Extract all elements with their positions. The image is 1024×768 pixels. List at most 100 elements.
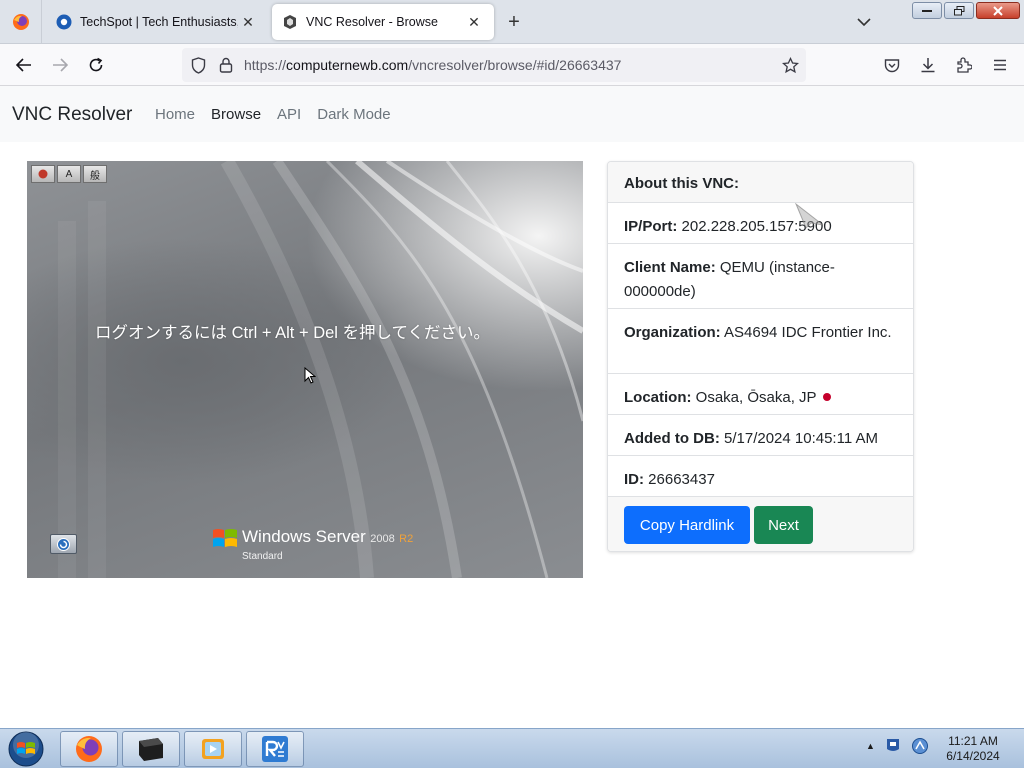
system-clock[interactable]: 11:21 AM 6/14/2024: [938, 734, 1008, 764]
new-tab-button[interactable]: +: [502, 10, 526, 34]
location-value: Osaka, Ōsaka, JP: [695, 389, 817, 406]
hamburger-menu-icon: [994, 59, 1006, 71]
chevron-down-icon: [857, 17, 871, 26]
copy-hardlink-button[interactable]: Copy Hardlink: [624, 506, 750, 544]
downloads-button[interactable]: [916, 53, 940, 77]
taskbar-media-player[interactable]: [184, 731, 242, 767]
card-footer: Copy Hardlink Next: [608, 497, 913, 551]
ease-of-access-icon[interactable]: [50, 534, 77, 554]
os-brand: Windows Server: [242, 527, 366, 546]
ip-port-row: IP/Port: 202.228.205.157:5900: [608, 203, 913, 244]
reload-icon: [89, 57, 103, 72]
media-player-icon: [202, 739, 224, 759]
nav-link-api[interactable]: API: [277, 106, 301, 123]
remote-cursor-icon: [304, 367, 316, 384]
restore-button[interactable]: [944, 2, 974, 19]
taskbar-terminal[interactable]: [122, 731, 180, 767]
browser-toolbar: https://computernewb.com/vncresolver/bro…: [0, 44, 1024, 86]
vnc-remote-toolbar: A 般: [31, 165, 107, 183]
id-value: 26663437: [648, 471, 715, 488]
firefox-icon: [76, 736, 102, 762]
card-header: About this VNC:: [608, 162, 913, 203]
url-path: /vncresolver/browse/#id/26663437: [408, 57, 622, 73]
location-label: Location:: [624, 389, 692, 406]
url-scheme: https://: [244, 57, 287, 73]
window-controls: [912, 2, 1020, 19]
puzzle-piece-icon: [957, 57, 972, 73]
clock-date: 6/14/2024: [946, 749, 1000, 763]
browser-tab-strip: TechSpot | Tech Enthusiasts, Po ✕ VNC Re…: [0, 0, 1024, 44]
reload-button[interactable]: [84, 53, 108, 77]
extensions-button[interactable]: [952, 53, 976, 77]
action-center-flag-icon[interactable]: [885, 737, 901, 755]
windows-server-logo: Windows Server 2008 R2 Standard: [212, 527, 414, 562]
os-edition: Standard: [242, 551, 283, 562]
terminal-icon: [139, 738, 163, 761]
close-tab-icon[interactable]: ✕: [238, 12, 258, 32]
app-menu-button[interactable]: [988, 53, 1012, 77]
japan-flag-dot-icon: [822, 393, 831, 401]
nav-link-browse[interactable]: Browse: [211, 106, 261, 123]
url-text[interactable]: https://computernewb.com/vncresolver/bro…: [244, 57, 621, 73]
mouse-pointer-icon: [795, 203, 824, 229]
organization-label: Organization:: [624, 324, 721, 341]
bookmark-star-icon[interactable]: [778, 53, 802, 77]
pocket-icon: [884, 58, 900, 72]
taskbar-firefox[interactable]: [60, 731, 118, 767]
tab-title: TechSpot | Tech Enthusiasts, Po: [80, 15, 238, 29]
organization-value: AS4694 IDC Frontier Inc.: [724, 324, 892, 341]
vnc-resolver-favicon-icon: [284, 15, 296, 29]
nav-link-home[interactable]: Home: [155, 106, 195, 123]
lock-icon[interactable]: [214, 53, 238, 77]
back-button[interactable]: [12, 53, 36, 77]
network-icon[interactable]: [911, 737, 929, 755]
start-button[interactable]: [6, 731, 46, 767]
vnc-input-mode-button[interactable]: A: [57, 165, 81, 183]
firefox-icon: [12, 14, 29, 30]
site-navbar: VNC Resolver Home Browse API Dark Mode: [0, 86, 1024, 142]
list-all-tabs-button[interactable]: [852, 12, 876, 32]
added-to-db-row: Added to DB: 5/17/2024 10:45:11 AM: [608, 415, 913, 456]
minimize-button[interactable]: [912, 2, 942, 19]
id-row: ID: 26663437: [608, 456, 913, 497]
firefox-view-button[interactable]: [0, 0, 42, 44]
added-to-db-value: 5/17/2024 10:45:11 AM: [724, 430, 879, 447]
nav-link-dark-mode[interactable]: Dark Mode: [317, 106, 390, 123]
tracking-protection-shield-icon[interactable]: [186, 53, 210, 77]
system-tray: ▲: [866, 737, 929, 755]
location-row: Location: Osaka, Ōsaka, JP: [608, 374, 913, 415]
url-host: computernewb.com: [286, 57, 409, 73]
restore-icon: [953, 5, 964, 15]
client-name-row: Client Name: QEMU (instance-000000de): [608, 244, 913, 309]
next-button[interactable]: Next: [754, 506, 813, 544]
site-nav-links: Home Browse API Dark Mode: [155, 106, 391, 123]
tab-title: VNC Resolver - Browse: [306, 15, 438, 29]
url-bar[interactable]: https://computernewb.com/vncresolver/bro…: [182, 48, 806, 82]
pocket-button[interactable]: [880, 53, 904, 77]
vnc-ime-icon[interactable]: [31, 165, 55, 183]
taskbar-vnc-viewer[interactable]: [246, 731, 304, 767]
minimize-icon: [922, 9, 932, 12]
show-hidden-icons-icon[interactable]: ▲: [866, 741, 875, 751]
ip-port-label: IP/Port:: [624, 218, 678, 235]
vnc-screenshot: A 般 ログオンするには Ctrl + Alt + Del を押してください。 …: [27, 161, 583, 578]
tab-techspot[interactable]: TechSpot | Tech Enthusiasts, Po ✕: [46, 4, 268, 40]
site-brand[interactable]: VNC Resolver: [12, 104, 132, 126]
close-tab-icon[interactable]: ✕: [464, 12, 484, 32]
close-window-button[interactable]: [976, 2, 1020, 19]
client-name-label: Client Name:: [624, 259, 716, 276]
os-version: 2008: [370, 533, 395, 545]
taskbar: ▲ 11:21 AM 6/14/2024: [0, 728, 1024, 768]
back-arrow-icon: [16, 58, 31, 72]
download-icon: [921, 58, 935, 73]
os-version-suffix: R2: [399, 533, 414, 545]
logon-message: ログオンするには Ctrl + Alt + Del を押してください。: [95, 324, 491, 342]
organization-row: Organization: AS4694 IDC Frontier Inc.: [608, 309, 913, 374]
forward-button[interactable]: [48, 53, 72, 77]
techspot-favicon-icon: [56, 14, 72, 30]
vnc-kana-button[interactable]: 般: [83, 165, 107, 183]
realvnc-viewer-icon: [262, 736, 288, 762]
added-to-db-label: Added to DB:: [624, 430, 720, 447]
id-label: ID:: [624, 471, 644, 488]
tab-vnc-resolver[interactable]: VNC Resolver - Browse ✕: [272, 4, 494, 40]
